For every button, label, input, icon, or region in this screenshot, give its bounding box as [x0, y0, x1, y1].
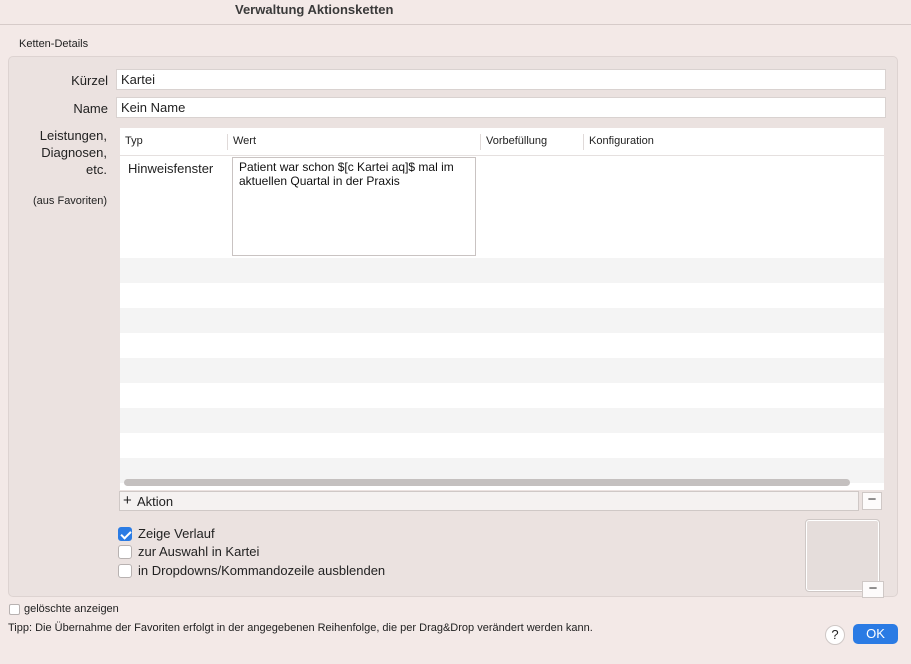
add-action-button[interactable]: + Aktion	[119, 491, 859, 511]
tip-text: Tipp: Die Übernahme der Favoriten erfolg…	[8, 622, 593, 634]
remove-action-button[interactable]: −	[862, 492, 882, 510]
table-header: Typ Wert Vorbefüllung Konfiguration	[120, 128, 884, 156]
kuerzel-field[interactable]: Kartei	[116, 69, 886, 90]
empty-row	[120, 408, 884, 433]
column-header-konfiguration[interactable]: Konfiguration	[589, 135, 654, 147]
name-label: Name	[73, 101, 108, 116]
help-button[interactable]: ?	[825, 625, 845, 645]
empty-row	[120, 333, 884, 358]
table-row[interactable]: Hinweisfenster Patient war schon $[c Kar…	[120, 156, 884, 258]
empty-row	[120, 283, 884, 308]
option-label: in Dropdowns/Kommandozeile ausblenden	[138, 563, 386, 578]
actions-table[interactable]: Typ Wert Vorbefüllung Konfiguration Hinw…	[120, 128, 884, 490]
column-header-wert[interactable]: Wert	[233, 135, 256, 147]
wert-text-area[interactable]: Patient war schon $[c Kartei aq]$ mal im…	[232, 157, 476, 256]
option-label: zur Auswahl in Kartei	[138, 544, 260, 559]
show-deleted-label: gelöschte anzeigen	[24, 603, 119, 615]
cell-typ: Hinweisfenster	[128, 161, 214, 176]
option-label: Zeige Verlauf	[138, 526, 215, 541]
plus-icon: +	[123, 492, 132, 509]
ok-button[interactable]: OK	[853, 624, 898, 644]
remove-image-button[interactable]: −	[862, 581, 884, 598]
side-label-favorites: (aus Favoriten)	[33, 195, 107, 207]
empty-row	[120, 308, 884, 333]
side-label-diagnosen: Diagnosen,	[41, 145, 107, 160]
title-bar: Verwaltung Aktionsketten	[0, 0, 911, 25]
group-label: Ketten-Details	[19, 38, 89, 50]
empty-row	[120, 433, 884, 458]
side-label-leistungen: Leistungen,	[39, 128, 107, 143]
column-divider[interactable]	[227, 134, 228, 150]
column-header-vorbefuellung[interactable]: Vorbefüllung	[486, 135, 547, 147]
side-label-etc: etc.	[86, 162, 107, 177]
checkbox-zur-auswahl[interactable]	[118, 545, 132, 559]
column-divider[interactable]	[480, 134, 481, 150]
kuerzel-label: Kürzel	[71, 73, 108, 88]
window-title: Verwaltung Aktionsketten	[235, 2, 394, 17]
column-divider[interactable]	[583, 134, 584, 150]
horizontal-scrollbar[interactable]	[124, 479, 850, 486]
add-action-label: Aktion	[137, 494, 174, 509]
checkbox-zeige-verlauf[interactable]	[118, 527, 132, 541]
checkbox-ausblenden[interactable]	[118, 564, 132, 578]
name-field[interactable]: Kein Name	[116, 97, 886, 118]
empty-row	[120, 383, 884, 408]
show-deleted-checkbox[interactable]	[9, 604, 20, 615]
empty-row	[120, 358, 884, 383]
column-header-typ[interactable]: Typ	[125, 135, 143, 147]
empty-row	[120, 258, 884, 283]
